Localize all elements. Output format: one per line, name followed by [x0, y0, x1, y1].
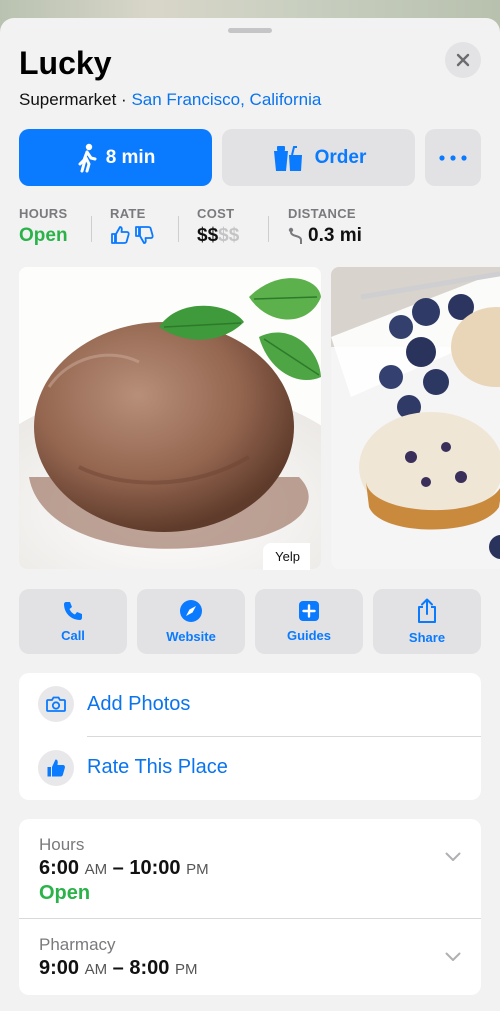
place-subtitle: Supermarket · San Francisco, California — [19, 90, 321, 110]
add-photos-link[interactable]: Add Photos — [87, 693, 190, 716]
share-label: Share — [408, 630, 446, 645]
pharmacy-hours-range: 9:00 AM – 8:00 PM — [39, 957, 197, 980]
thumbs-down-icon[interactable] — [134, 225, 154, 245]
camera-icon — [46, 696, 66, 712]
stat-divider — [91, 216, 92, 242]
walking-directions-button[interactable]: 8 min — [19, 129, 212, 186]
call-label: Call — [61, 628, 85, 643]
guides-label: Guides — [286, 628, 332, 643]
pharmacy-dash: – — [107, 957, 130, 979]
stat-rate-buttons — [110, 225, 154, 245]
more-button[interactable] — [425, 129, 481, 186]
contribute-card: Add Photos Rate This Place — [19, 673, 481, 800]
photo-ice-cream[interactable] — [19, 267, 321, 569]
rate-place-link[interactable]: Rate This Place — [87, 756, 228, 779]
phone-icon — [64, 602, 82, 620]
chevron-down-icon[interactable] — [445, 952, 461, 962]
route-icon — [288, 227, 302, 244]
place-stats: HOURS Open RATE COST $$ $$ DISTANCE 0.3 … — [19, 206, 481, 248]
cost-level-faded: $$ — [218, 225, 240, 246]
hours-close-ampm: PM — [186, 861, 209, 878]
takeout-bag-icon — [273, 145, 302, 171]
stat-distance: DISTANCE 0.3 mi — [288, 206, 362, 247]
pharmacy-close-ampm: PM — [174, 961, 198, 978]
order-label: Order — [314, 146, 367, 168]
stat-divider — [268, 216, 269, 242]
ellipsis-icon — [439, 154, 467, 161]
place-sheet: Lucky Supermarket · San Francisco, Calif… — [0, 18, 500, 1011]
stat-distance-value: 0.3 mi — [288, 225, 362, 247]
hours-card: Hours 6:00 AM – 10:00 PM Open Pharmacy 9… — [19, 819, 481, 995]
stat-divider — [178, 216, 179, 242]
place-title: Lucky — [19, 45, 112, 81]
pharmacy-label: Pharmacy — [39, 935, 116, 954]
photo-credit: Yelp — [263, 543, 310, 570]
pharmacy-open-time: 9:00 — [39, 957, 80, 979]
hours-status: Open — [39, 882, 91, 904]
sheet-grabber[interactable] — [228, 28, 272, 33]
walk-time: 8 min — [105, 146, 156, 168]
stat-cost-value: $$ $$ — [197, 225, 239, 247]
thumbs-up-icon[interactable] — [110, 225, 130, 245]
stat-distance-label: DISTANCE — [288, 206, 356, 221]
pharmacy-row[interactable]: Pharmacy 9:00 AM – 8:00 PM — [19, 919, 481, 995]
plus-square-icon — [299, 601, 319, 621]
rate-place-row[interactable]: Rate This Place — [19, 737, 481, 800]
muffins-photo — [331, 267, 500, 569]
stat-cost: COST $$ $$ — [197, 206, 239, 247]
hours-dash: – — [107, 857, 130, 879]
order-button[interactable]: Order — [222, 129, 415, 186]
ice-cream-photo — [19, 267, 321, 569]
add-photos-row[interactable]: Add Photos — [19, 673, 481, 736]
website-label: Website — [166, 629, 216, 644]
stat-hours-label: HOURS — [19, 206, 68, 221]
call-button[interactable]: Call — [19, 589, 127, 654]
hours-close-time: 10:00 — [129, 857, 181, 879]
quick-actions: Call Website Guides Share — [19, 589, 481, 654]
thumbs-up-filled-icon — [47, 759, 65, 777]
close-icon — [456, 53, 470, 67]
photo-carousel[interactable]: Yelp — [19, 267, 500, 570]
chevron-down-icon[interactable] — [445, 852, 461, 862]
hours-row[interactable]: Hours 6:00 AM – 10:00 PM Open — [19, 819, 481, 918]
hours-range: 6:00 AM – 10:00 PM — [39, 857, 209, 880]
stat-rate: RATE — [110, 206, 154, 245]
stat-rate-label: RATE — [110, 206, 146, 221]
walking-person-icon — [78, 143, 97, 172]
hours-label: Hours — [39, 835, 85, 854]
place-category: Supermarket — [19, 90, 117, 109]
guides-button[interactable]: Guides — [255, 589, 363, 654]
thumbs-up-icon-circle — [38, 750, 74, 786]
camera-icon-circle — [38, 686, 74, 722]
distance-text: 0.3 mi — [308, 225, 362, 246]
pharmacy-open-ampm: AM — [84, 961, 108, 978]
stat-cost-label: COST — [197, 206, 235, 221]
share-button[interactable]: Share — [373, 589, 481, 654]
compass-icon — [180, 600, 202, 622]
hours-open-time: 6:00 — [39, 857, 80, 879]
place-location-link[interactable]: San Francisco, California — [131, 90, 321, 109]
share-icon — [418, 598, 436, 623]
close-button[interactable] — [445, 42, 481, 78]
stat-hours: HOURS Open — [19, 206, 68, 247]
pharmacy-close-time: 8:00 — [129, 957, 170, 979]
hours-open-ampm: AM — [84, 861, 108, 878]
subtitle-separator: · — [116, 90, 132, 109]
cost-level: $$ — [197, 225, 219, 246]
website-button[interactable]: Website — [137, 589, 245, 654]
stat-hours-value: Open — [19, 225, 68, 246]
photo-muffins[interactable] — [331, 267, 500, 569]
